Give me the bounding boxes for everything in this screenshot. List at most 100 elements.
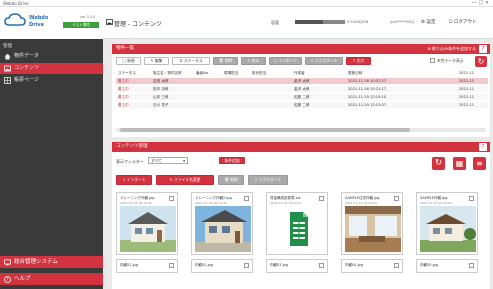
plus-icon: ⊞ <box>427 46 431 51</box>
select-checkbox[interactable] <box>394 196 399 201</box>
back-button[interactable]: ↶ 戻る <box>241 57 266 65</box>
refresh-icon[interactable]: ↻ <box>432 157 445 170</box>
chevron-down-icon: ▾ <box>183 158 185 163</box>
add-filter-label: 絞り込み条件を追加する <box>432 46 476 51</box>
system-menu-button[interactable]: 総合管理システム <box>0 256 103 268</box>
brand-name-line2: Drive <box>29 22 44 28</box>
system-menu-label: 総合管理システム <box>14 259 58 265</box>
capacity-label: 容量 <box>271 20 279 25</box>
file-name: 内観05.jpg <box>420 263 438 267</box>
capacity-bar-fill <box>295 20 323 24</box>
window-title: Webdo Drive <box>3 1 29 6</box>
status-button[interactable]: ⇅ ステータス <box>172 57 210 65</box>
content-thumbnail[interactable]: 内観05.jpg <box>416 259 478 273</box>
settings-label: 設定 <box>426 20 436 25</box>
system-icon <box>4 259 11 266</box>
horizontal-scrollbar[interactable] <box>116 128 486 132</box>
refresh-icon[interactable]: ↻ <box>475 56 487 67</box>
select-checkbox[interactable] <box>244 196 249 201</box>
new-button[interactable]: ▢ 新規 <box>116 57 141 65</box>
capacity-bar <box>295 20 345 24</box>
page-title: 管理 - コンテンツ <box>114 21 162 28</box>
table-row[interactable]: 着工中 石川 花子 佐藤 二郎 2021-11-19 12:13:07 2021… <box>116 102 488 109</box>
content-thumbnail[interactable]: SAMPLE外観.jpg 2021-11-13 16:03:03 <box>416 192 478 255</box>
excel-file-icon <box>270 206 326 252</box>
import-button[interactable]: ⇩ インポート <box>269 57 302 65</box>
content-thumbnail[interactable]: 内観02.jpg <box>191 259 253 273</box>
table-row[interactable]: 着工中 田中 次郎 金沢 太郎 2021-11-16 15:21:17 2021… <box>116 86 488 93</box>
help-button[interactable]: ? ヘルプ <box>0 273 103 285</box>
column-header[interactable]: 設計担当 <box>252 70 266 77</box>
app-logo: Webdo Drive ver.3.3.0 テスト環境 <box>0 7 103 39</box>
grid-view-icon[interactable]: ▦ <box>453 157 466 170</box>
select-checkbox[interactable] <box>394 263 399 268</box>
sidebar: Webdo Drive ver.3.3.0 テスト環境 管理 物件データ コンテ… <box>0 7 103 289</box>
filter-select[interactable]: すべて ▾ <box>148 157 188 164</box>
delete-button[interactable]: 🗑 削除 <box>218 175 244 185</box>
table-row[interactable]: 着工中 吉田 太郎 金沢 太郎 2021-11-16 10:37:27 2021… <box>116 78 488 85</box>
edit-button[interactable]: ✎ 編集 <box>144 57 169 65</box>
column-header[interactable]: 2021-11 <box>459 70 474 77</box>
content-thumbnail[interactable]: SAMPLE住宅外観.jpg 2021-11-11 19:45:59 <box>341 192 403 255</box>
column-header[interactable]: ステータス <box>118 70 136 77</box>
help-icon[interactable]: ? <box>479 45 487 53</box>
export-button[interactable]: ⇧ エクスポート <box>305 57 343 65</box>
interior-photo <box>345 206 401 252</box>
settings-button[interactable]: ⚙ 設定 <box>421 19 435 25</box>
house-photo <box>420 206 476 252</box>
grid-icon <box>4 77 11 84</box>
content-panel-header: コンテンツ管理 ? <box>112 142 490 152</box>
filter-apply-button[interactable]: 条件追加 <box>219 157 245 164</box>
home-icon <box>4 53 11 60</box>
select-checkbox[interactable] <box>319 263 324 268</box>
help-icon[interactable]: ? <box>479 143 487 151</box>
filter-select-value: すべて <box>151 158 162 163</box>
file-date: 2021-11-13 16:03:03 <box>420 201 452 205</box>
help-icon: ? <box>4 276 11 283</box>
file-date: 2021-11-04 14:11:47 <box>270 201 302 205</box>
content-thumbnail[interactable]: 内観01.jpg <box>116 259 178 273</box>
select-checkbox[interactable] <box>244 263 249 268</box>
add-filter-link[interactable]: ⊞ 絞り込み条件を追加する <box>427 44 476 54</box>
top-header: 管理 - コンテンツ 容量 0.54GB/3GB (pu******001) ⚙… <box>103 7 493 39</box>
select-checkbox[interactable] <box>469 263 474 268</box>
property-panel-header: 物件一覧 ⊞ 絞り込み条件を追加する ? <box>112 44 490 54</box>
column-header[interactable]: 番組No. <box>196 70 209 77</box>
content-thumbnail[interactable]: 内観03.jpg <box>266 259 328 273</box>
column-header[interactable]: 現場担当 <box>224 70 238 77</box>
select-checkbox[interactable] <box>319 196 324 201</box>
list-view-icon[interactable]: ≡ <box>473 157 486 170</box>
file-name: 内観02.jpg <box>195 263 213 267</box>
content-thumbnail[interactable]: 資金構成試算表.xls 2021-11-04 14:11:47 <box>266 192 328 255</box>
sidebar-item-reports[interactable]: 帳票ページ <box>0 75 103 86</box>
show-all-checkbox[interactable] <box>430 58 435 63</box>
column-header[interactable]: 作成者 <box>294 70 305 77</box>
select-checkbox[interactable] <box>169 263 174 268</box>
sidebar-item-contents[interactable]: コンテンツ <box>0 63 103 74</box>
file-date: 2021-11-11 19:45:59 <box>345 201 377 205</box>
file-date: 2021-11-05 18:11:45 <box>195 201 227 205</box>
column-header[interactable]: 更新日時 <box>348 70 362 77</box>
scrollbar-thumb[interactable] <box>120 128 410 132</box>
rename-button[interactable]: ✎ ファイル名変更 <box>156 175 214 185</box>
content-thumbnail[interactable]: 内観04.jpg <box>341 259 403 273</box>
env-badge: テスト環境 <box>63 22 99 28</box>
delete-button[interactable]: 🗑 削除 <box>213 57 238 65</box>
sidebar-item-properties[interactable]: 物件データ <box>0 51 103 62</box>
select-checkbox[interactable] <box>169 196 174 201</box>
content-thumbnail[interactable]: ドレーニング外観2.jpg 2021-11-05 18:11:45 <box>191 192 253 255</box>
show-all-label: 未完データ表示 <box>437 58 464 63</box>
table-header: ステータス 施主名・物件名称 番組No. 現場担当 設計担当 作成者 更新日時 … <box>116 70 488 77</box>
image-icon <box>4 65 11 72</box>
brand-name-line1: Webdo <box>29 15 49 21</box>
file-date: 2021-11-05 18:13:45 <box>120 201 152 205</box>
logout-button[interactable]: ⎋ ログアウト <box>449 19 477 25</box>
content-thumbnail[interactable]: ドレーニング外観.jpg 2021-11-05 18:13:45 <box>116 192 178 255</box>
import-button[interactable]: ⇩ インポート <box>116 175 152 185</box>
select-checkbox[interactable] <box>469 196 474 201</box>
column-header[interactable]: 施主名・物件名称 <box>153 70 182 77</box>
export-button[interactable]: ⇧ エクスポート <box>248 175 288 185</box>
output-button[interactable]: ⇪ 出力 <box>346 57 371 65</box>
table-row[interactable]: 着工中 山本 三郎 佐藤 二郎 2021-11-19 12:15:10 2021… <box>116 94 488 101</box>
window-controls[interactable]: — □ ✕ <box>472 0 489 6</box>
